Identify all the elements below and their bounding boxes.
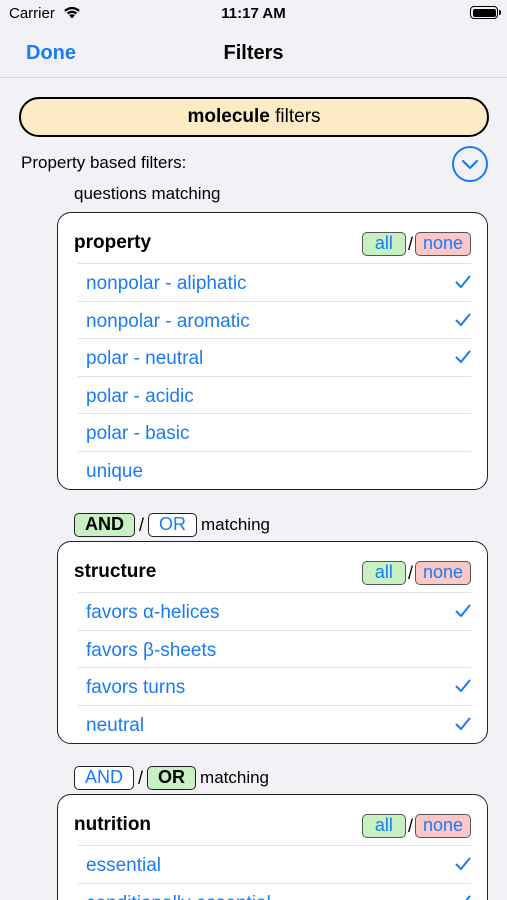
matching-row: AND / OR matching [74,513,270,537]
filter-option[interactable]: favors turns [78,668,471,706]
filter-option[interactable]: neutral [78,706,471,744]
checkmark-icon [455,350,471,363]
questions-matching-label: questions matching [74,184,221,203]
chevron-down-icon [461,159,479,170]
filter-option[interactable]: conditionally essential [78,884,471,900]
card-title: nutrition [74,814,152,835]
status-bar: Carrier 11:17 AM [0,0,507,28]
and-toggle[interactable]: AND [74,513,135,537]
section-header-bold: molecule [187,106,270,127]
checkmark-icon [455,604,471,617]
filter-option-label: polar - neutral [86,348,204,369]
filter-option-label: nonpolar - aliphatic [86,273,247,294]
matching-row: questions matching [74,184,220,204]
filter-option-label: essential [86,855,161,876]
separator: / [407,233,413,254]
filter-option-label: neutral [86,714,145,736]
filter-option-label: conditionally essential [86,893,271,900]
filter-card-nutrition: nutrition all/none essential conditionally … [57,794,488,900]
filter-option[interactable]: essential [78,846,471,884]
card-title: structure [74,561,157,582]
card-header: nutrition all / none [58,795,487,845]
separator: / [138,767,144,788]
filter-list: essential conditionally essential [78,845,471,900]
filter-option[interactable]: favors α-helices [78,593,471,631]
filter-option[interactable]: polar - basic [78,414,471,452]
checkmark-icon [455,275,471,288]
filter-option-label: polar - acidic [86,385,194,407]
select-all-button[interactable]: all [361,814,406,838]
all-none-control: all / none [361,232,471,256]
select-none-button[interactable]: none [414,232,471,256]
filter-option-label: favors β-sheets [86,639,217,661]
expand-button[interactable] [452,146,488,182]
all-none-control: all / none [361,561,471,585]
filter-option-label: unique [86,460,144,482]
filter-option[interactable]: polar - neutral [78,339,471,377]
all-none-control: all / none [361,814,471,838]
or-toggle[interactable]: OR [148,513,198,537]
separator: / [407,815,413,836]
matching-label: matching [200,768,270,787]
select-none-button[interactable]: none [414,561,471,585]
filter-list: favors α-helices favors β-sheets favors tu… [78,592,471,743]
checkmark-icon [455,717,471,730]
checkmark-icon [464,895,471,900]
filter-option-label: favors α-helices [86,602,220,623]
filter-card-structure: structure all / none favors α-helices favors … [57,541,488,744]
select-all-button[interactable]: all [361,232,406,256]
select-none-button[interactable]: none [414,814,471,838]
select-all-button[interactable]: all [361,561,406,585]
filter-option[interactable]: nonpolar - aliphatic [78,264,471,302]
matching-label: matching [201,515,270,534]
section-header-rest: filters [269,106,321,127]
filter-option[interactable]: favors β-sheets [78,631,471,668]
checkmark-icon [455,313,471,326]
filters-content[interactable]: molecule filters Property based filters:… [0,80,507,900]
filter-option-label: polar - basic [86,423,190,444]
filter-option-label: nonpolar - aromatic [86,310,250,332]
status-time: 11:17 AM [221,5,286,22]
card-header: structure all / none [58,542,487,592]
filter-list: nonpolar - aliphatic nonpolar - aromatic p… [78,263,471,489]
matching-row: AND / OR matching [74,766,269,790]
card-header: property all / none [58,213,487,263]
filter-option[interactable]: polar - acidic [78,377,471,414]
battery-icon [470,6,501,19]
section-header: molecule filters [19,97,489,137]
property-based-label: Property based filters: [21,153,187,172]
navigation-bar: Done Filters [0,28,507,78]
filter-option[interactable]: nonpolar - aromatic [78,302,471,339]
filter-option[interactable]: unique [78,452,471,490]
and-toggle[interactable]: AND [74,766,135,790]
checkmark-icon [455,679,471,692]
filter-card-property: property all / none nonpolar - aliphatic nonp… [57,212,488,490]
card-title: property [74,232,152,253]
separator: / [139,514,145,535]
or-toggle[interactable]: OR [147,766,197,790]
checkmark-icon [455,857,471,870]
separator: / [407,562,413,583]
page-title: Filters [223,42,284,64]
filter-option-label: favors turns [86,677,186,698]
